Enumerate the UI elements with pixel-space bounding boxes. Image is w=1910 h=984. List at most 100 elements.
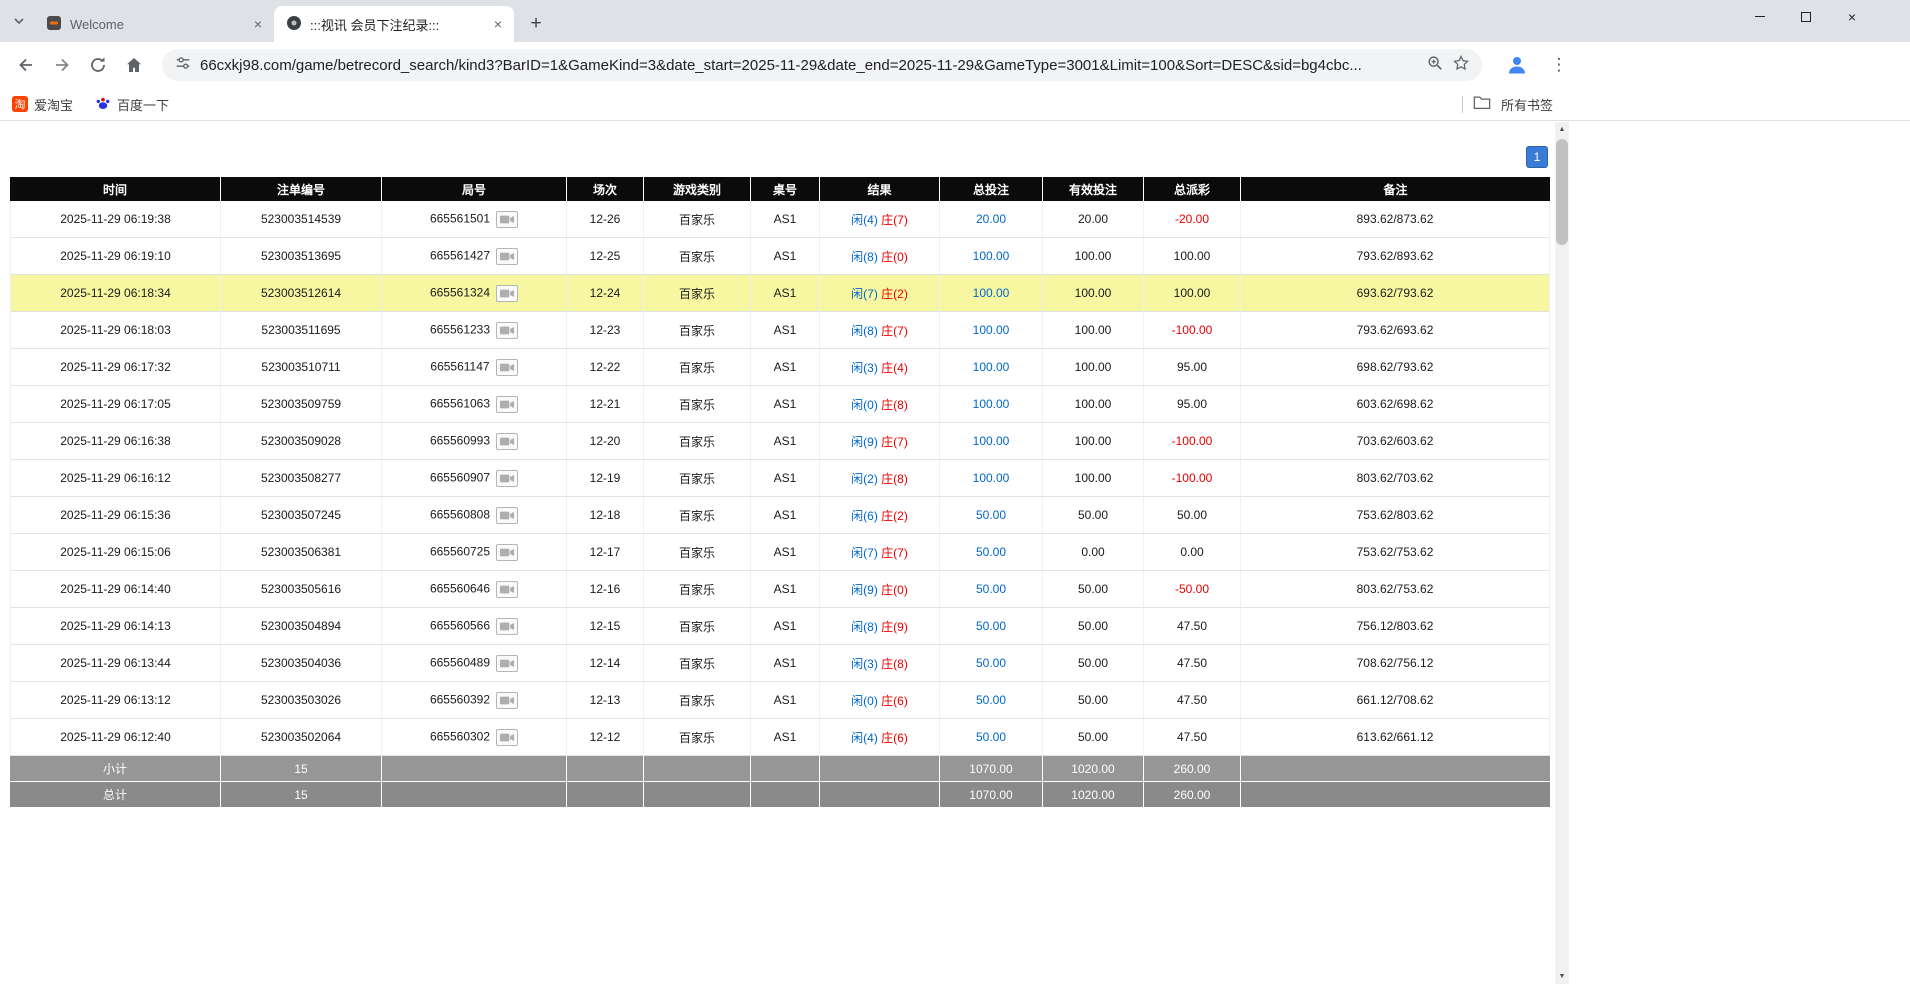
video-replay-icon[interactable] [496,359,518,376]
video-replay-icon[interactable] [496,248,518,265]
video-replay-icon[interactable] [496,396,518,413]
video-replay-icon[interactable] [496,470,518,487]
cell-table-no: AS1 [751,460,820,497]
cell-bet-id: 523003505616 [221,571,382,608]
url-text[interactable]: 66cxkj98.com/game/betrecord_search/kind3… [200,57,1418,74]
scrollbar-down-arrow-icon[interactable]: ▼ [1555,969,1569,984]
round-id-text: 665561063 [430,396,490,410]
cell-remark: 793.62/893.62 [1241,238,1550,275]
cell-game-type: 百家乐 [644,312,751,349]
cell-total-bet: 50.00 [940,497,1043,534]
cell-session: 12-22 [567,349,644,386]
forward-button[interactable] [44,47,80,83]
video-replay-icon[interactable] [496,322,518,339]
bookmark-baidu[interactable]: 百度一下 [95,95,169,114]
cell-session: 12-17 [567,534,644,571]
tab-welcome[interactable]: Welcome × [34,6,274,42]
page-scrollbar[interactable]: ▲ ▼ [1555,122,1569,984]
cell-game-type: 百家乐 [644,238,751,275]
total-bet-link[interactable]: 100.00 [973,323,1010,337]
bookmark-star-icon[interactable] [1452,54,1470,77]
cell-game-type: 百家乐 [644,423,751,460]
tab-title: :::视讯 会员下注纪录::: [310,15,482,34]
video-replay-icon[interactable] [496,211,518,228]
video-replay-icon[interactable] [496,692,518,709]
cell-table-no: AS1 [751,201,820,238]
profile-avatar[interactable] [1502,50,1532,80]
total-bet-link[interactable]: 50.00 [976,656,1006,670]
video-replay-icon[interactable] [496,618,518,635]
back-button[interactable] [8,47,44,83]
home-button[interactable] [116,47,152,83]
minimize-button[interactable] [1737,0,1783,33]
close-button[interactable]: × [1829,0,1875,33]
video-replay-icon[interactable] [496,433,518,450]
cell-payout: 100.00 [1144,238,1241,275]
total-bet-link[interactable]: 100.00 [973,286,1010,300]
tab-close-icon[interactable]: × [490,16,506,32]
subtotal-count: 15 [221,756,382,782]
bookmark-taobao[interactable]: 淘 爱淘宝 [12,95,73,114]
scrollbar-up-arrow-icon[interactable]: ▲ [1555,122,1569,137]
browser-menu-icon[interactable]: ⋮ [1546,50,1572,80]
cell-valid-bet: 100.00 [1043,386,1144,423]
cell-payout: -50.00 [1144,571,1241,608]
total-bet-link[interactable]: 100.00 [973,434,1010,448]
total-bet-link[interactable]: 50.00 [976,508,1006,522]
cell-total-bet: 50.00 [940,608,1043,645]
all-bookmarks[interactable]: 所有书签 [1462,88,1553,120]
col-header-result: 结果 [820,177,940,201]
cell-remark: 793.62/693.62 [1241,312,1550,349]
footer-empty-cell [1241,782,1550,808]
total-bet-link[interactable]: 50.00 [976,582,1006,596]
video-replay-icon[interactable] [496,544,518,561]
video-replay-icon[interactable] [496,285,518,302]
footer-empty-cell [644,782,751,808]
video-replay-icon[interactable] [496,655,518,672]
total-bet-link[interactable]: 20.00 [976,212,1006,226]
total-bet-link[interactable]: 50.00 [976,545,1006,559]
tab-close-icon[interactable]: × [250,16,266,32]
result-player: 闲(8) [851,324,878,338]
cell-remark: 693.62/793.62 [1241,275,1550,312]
total-bet-link[interactable]: 100.00 [973,360,1010,374]
refresh-button[interactable] [80,47,116,83]
new-tab-button[interactable]: + [522,10,550,38]
pagination-page-1-button[interactable]: 1 [1526,146,1548,168]
maximize-button[interactable] [1783,0,1829,33]
result-player: 闲(9) [851,583,878,597]
address-bar[interactable]: 66cxkj98.com/game/betrecord_search/kind3… [162,49,1482,81]
total-bet-link[interactable]: 100.00 [973,249,1010,263]
total-bet-link[interactable]: 50.00 [976,730,1006,744]
total-bet-link[interactable]: 100.00 [973,397,1010,411]
total-bet-link[interactable]: 100.00 [973,471,1010,485]
video-replay-icon[interactable] [496,507,518,524]
col-header-table-no: 桌号 [751,177,820,201]
table-footer: 小计 15 1070.00 1020.00 260.00 总计 15 [10,756,1550,808]
cell-valid-bet: 0.00 [1043,534,1144,571]
tab-betrecord[interactable]: :::视讯 会员下注纪录::: × [274,6,514,42]
result-banker: 庄(7) [881,546,908,560]
site-info-icon[interactable] [174,54,192,77]
col-header-total-bet: 总投注 [940,177,1043,201]
cell-result: 闲(9) 庄(0) [820,571,940,608]
cell-remark: 661.12/708.62 [1241,682,1550,719]
cell-valid-bet: 50.00 [1043,497,1144,534]
cell-result: 闲(0) 庄(8) [820,386,940,423]
cell-total-bet: 100.00 [940,238,1043,275]
video-replay-icon[interactable] [496,581,518,598]
cell-valid-bet: 50.00 [1043,608,1144,645]
video-replay-icon[interactable] [496,729,518,746]
footer-empty-cell [751,782,820,808]
bookmarks-bar: 淘 爱淘宝 百度一下 所有书签 [0,88,1910,121]
tab-search-chevron-icon[interactable] [10,12,28,30]
total-bet-link[interactable]: 50.00 [976,619,1006,633]
round-id-text: 665560907 [430,470,490,484]
cell-table-no: AS1 [751,534,820,571]
total-bet-link[interactable]: 50.00 [976,693,1006,707]
scrollbar-thumb[interactable] [1556,139,1568,245]
zoom-icon[interactable] [1426,54,1444,77]
cell-table-no: AS1 [751,423,820,460]
col-header-valid-bet: 有效投注 [1043,177,1144,201]
cell-remark: 753.62/803.62 [1241,497,1550,534]
